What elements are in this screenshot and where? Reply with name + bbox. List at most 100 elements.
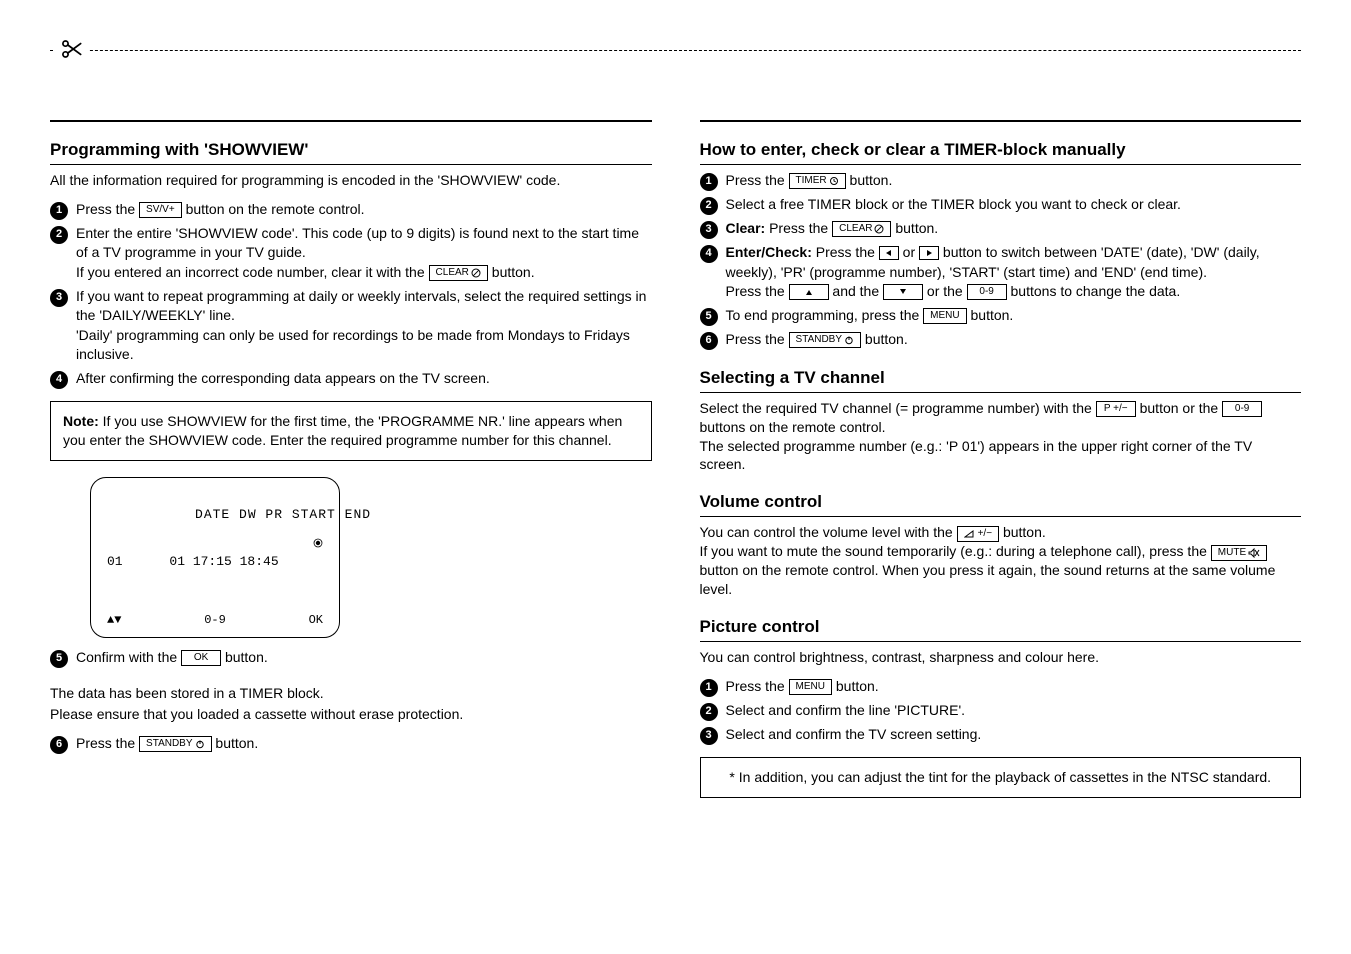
- left-column: Programming with 'SHOWVIEW' All the info…: [50, 100, 652, 814]
- note-box: Note: If you use SHOWVIEW for the first …: [50, 401, 652, 461]
- text-run: button.: [971, 307, 1014, 323]
- text-run: Press the: [76, 201, 139, 217]
- text-run: Press the: [816, 244, 879, 260]
- ok-button: OK: [181, 650, 221, 666]
- keycap-label: MUTE: [1218, 548, 1246, 558]
- standby-button: STANDBY: [139, 736, 212, 752]
- keycap-label: CLEAR: [839, 224, 872, 234]
- clear-button: CLEAR: [429, 265, 488, 281]
- step-bullet: 1: [50, 202, 68, 220]
- program-plus-minus-button: P +/−: [1096, 401, 1136, 417]
- text-run: button.: [850, 172, 893, 188]
- text-run: If you entered an incorrect code number,…: [76, 264, 429, 280]
- right-arrow-button: [919, 246, 939, 260]
- heading-picture: Picture control: [700, 617, 1302, 642]
- text-run: 'Daily' programming can only be used for…: [76, 327, 630, 363]
- keycap-label: TIMER: [796, 176, 827, 186]
- down-arrow-button: [883, 284, 923, 300]
- step-bullet: 4: [700, 245, 718, 263]
- footer-line-a: The data has been stored in a TIMER bloc…: [50, 684, 652, 703]
- step-bullet: 6: [50, 736, 68, 754]
- text-run: The selected programme number (e.g.: 'P …: [700, 438, 1253, 473]
- osd-footer-ok: OK: [309, 613, 323, 627]
- standby-button: STANDBY: [789, 332, 862, 348]
- heading-showview: Programming with 'SHOWVIEW': [50, 140, 652, 165]
- text-run: Enter the entire 'SHOWVIEW code'. This c…: [76, 225, 639, 261]
- note-label: Note:: [63, 413, 99, 429]
- cancel-icon: [874, 224, 884, 234]
- step-bullet: 2: [50, 226, 68, 244]
- text-run: or: [903, 244, 919, 260]
- text-run: or the: [927, 283, 967, 299]
- text-run: button.: [492, 264, 535, 280]
- text-run: Press the: [726, 172, 789, 188]
- text-run: Select and confirm the TV screen setting…: [726, 726, 982, 742]
- text-run: Select and confirm the line 'PICTURE'.: [726, 702, 966, 718]
- keycap-label: STANDBY: [796, 335, 843, 345]
- step-bullet: 5: [50, 650, 68, 668]
- note-text: If you use SHOWVIEW for the first time, …: [63, 413, 622, 448]
- text-run: Press the: [726, 678, 789, 694]
- step-bullet: 3: [700, 221, 718, 239]
- text-run: button.: [895, 220, 938, 236]
- showview-step-3: 3 If you want to repeat programming at d…: [50, 287, 652, 365]
- text-run: buttons on the remote control.: [700, 419, 886, 435]
- digits-button: 0-9: [967, 284, 1007, 300]
- picture-intro: You can control brightness, contrast, sh…: [700, 648, 1302, 667]
- timer-step-1: 1 Press the TIMER button.: [700, 171, 1302, 191]
- text-run: button.: [836, 678, 879, 694]
- heading-tv-channel: Selecting a TV channel: [700, 368, 1302, 393]
- text-run: button.: [215, 735, 258, 751]
- text-run: buttons to change the data.: [1011, 283, 1181, 299]
- volume-plus-minus-button: +/−: [957, 526, 999, 542]
- text-run: and the: [832, 283, 883, 299]
- scissors-icon: [55, 32, 89, 66]
- svvplus-button: SV/V+: [139, 202, 182, 218]
- text-run: button.: [225, 649, 268, 665]
- text-run: To end programming, press the: [726, 307, 924, 323]
- power-icon: [195, 739, 205, 749]
- text-run: Press the: [769, 220, 832, 236]
- triangle-left-icon: [884, 248, 894, 258]
- showview-step-5: 5 Confirm with the OK button.: [50, 648, 652, 668]
- step-bullet: 6: [700, 332, 718, 350]
- step-bullet: 3: [50, 289, 68, 307]
- text-run: Press the: [726, 331, 789, 347]
- cut-dashes: [50, 50, 1301, 51]
- text-run: Select a free TIMER block or the TIMER b…: [726, 196, 1181, 212]
- text-run: After confirming the corresponding data …: [76, 370, 490, 386]
- cancel-icon: [471, 268, 481, 278]
- timer-step-3: 3 Clear: Press the CLEAR button.: [700, 219, 1302, 239]
- keycap-label: CLEAR: [436, 268, 469, 278]
- menu-button: MENU: [923, 308, 966, 324]
- clear-button: CLEAR: [832, 221, 891, 237]
- text-run: Press the: [726, 283, 789, 299]
- text-run: button.: [865, 331, 908, 347]
- showview-step-1: 1 Press the SV/V+ button on the remote c…: [50, 200, 652, 220]
- left-arrow-button: [879, 246, 899, 260]
- showview-step-6: 6 Press the STANDBY button.: [50, 734, 652, 754]
- step-bullet: 3: [700, 727, 718, 745]
- triangle-right-icon: [924, 248, 934, 258]
- text-run: If you want to mute the sound temporaril…: [700, 543, 1211, 559]
- clock-icon: [829, 176, 839, 186]
- speaker-wedge-icon: [964, 529, 976, 539]
- text-run: button on the remote control. When you p…: [700, 562, 1276, 597]
- column-top-rule: [50, 120, 652, 122]
- tv-paragraph: Select the required TV channel (= progra…: [700, 399, 1302, 475]
- picture-step-1: 1 Press the MENU button.: [700, 677, 1302, 697]
- text-run: button or the: [1140, 400, 1223, 416]
- osd-header-text: DATE DW PR START END: [195, 507, 371, 522]
- mute-icon: [1248, 548, 1260, 558]
- picture-step-2: 2 Select and confirm the line 'PICTURE'.: [700, 701, 1302, 721]
- step-bullet: 4: [50, 371, 68, 389]
- step-bullet: 5: [700, 308, 718, 326]
- step-bullet: 1: [700, 679, 718, 697]
- column-top-rule: [700, 120, 1302, 122]
- osd-footer-numbers: 0-9: [204, 613, 226, 627]
- step-bullet: 2: [700, 703, 718, 721]
- plus-minus-label: +/−: [978, 529, 992, 539]
- digits-button: 0-9: [1222, 401, 1262, 417]
- showview-intro: All the information required for program…: [50, 171, 652, 190]
- text-run: Press the: [76, 735, 139, 751]
